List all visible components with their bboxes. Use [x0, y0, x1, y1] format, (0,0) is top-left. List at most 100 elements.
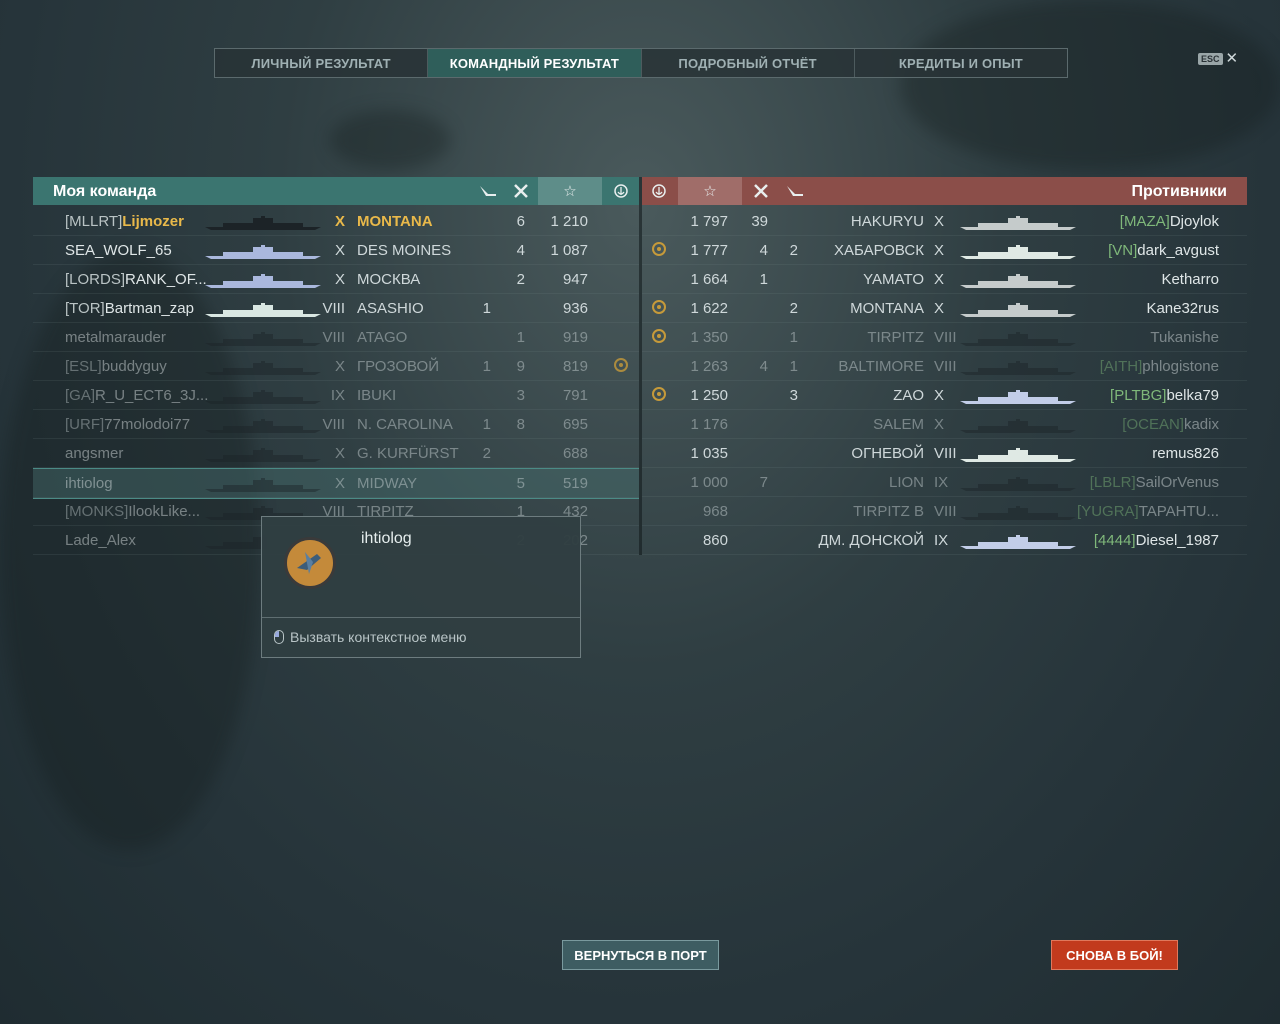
ship-tier: X [334, 475, 345, 492]
player-name[interactable]: [LBLR]SailOrVenus [1090, 474, 1219, 491]
player-name[interactable]: [AITH]phlogistone [1100, 358, 1219, 375]
ship-silhouette-icon [958, 448, 1078, 462]
planes-shot-value: 1 [789, 329, 798, 346]
table-row[interactable]: 1 797 39 HAKURYU X [MAZA]Djoylok [642, 207, 1247, 236]
table-row[interactable]: 1 350 1 TIRPITZ VIII Tukanishe [642, 323, 1247, 352]
player-nickname: SEA_WOLF_65 [65, 242, 172, 259]
table-row[interactable]: 968 TIRPITZ B VIII [YUGRA]TAPAHTU... [642, 497, 1247, 526]
table-row[interactable]: [LORDS]RANK_OF... X МОСКВА 2 947 [33, 265, 639, 294]
clan-tag: [VN] [1108, 242, 1138, 259]
planes-shot-value: 1 [482, 300, 491, 317]
battle-again-button[interactable]: СНОВА В БОЙ! [1051, 940, 1178, 970]
experience-value: 791 [562, 387, 588, 404]
planes-shot-value: 3 [789, 387, 798, 404]
table-row[interactable]: 1 777 4 2 ХАБАРОВСК X [VN]dark_avgust [642, 236, 1247, 265]
player-name[interactable]: [MAZA]Djoylok [1120, 213, 1219, 230]
table-row[interactable]: metalmarauder VIII ATAGO 1 919 [33, 323, 639, 352]
table-row[interactable]: angsmer X G. KURFÜRST 2 688 [33, 439, 639, 468]
experience-value: 695 [562, 416, 588, 433]
table-row[interactable]: ihtiolog X MIDWAY 5 519 [33, 468, 639, 499]
kills-value: 7 [759, 474, 768, 491]
kills-value: 4 [759, 242, 768, 259]
clan-tag: [URF] [65, 416, 105, 433]
planes-shot-icon [473, 177, 503, 205]
player-name[interactable]: [MLLRT]Lijmozer [65, 213, 184, 230]
ship-silhouette-icon [958, 535, 1078, 549]
ship-silhouette-icon [958, 477, 1078, 491]
close-button[interactable]: ESC ✕ [1198, 51, 1238, 66]
tab-team-result[interactable]: КОМАНДНЫЙ РЕЗУЛЬТАТ [428, 49, 642, 77]
player-name[interactable]: [LORDS]RANK_OF... [65, 271, 207, 288]
player-nickname: Lijmozer [122, 213, 184, 230]
clan-tag: [MLLRT] [65, 213, 123, 230]
experience-value: 819 [562, 358, 588, 375]
planes-shot-value: 2 [789, 300, 798, 317]
player-name[interactable]: Ketharro [1161, 271, 1219, 288]
ship-tier: VIII [934, 445, 957, 462]
table-row[interactable]: [GA]R_U_ECT6_3J... IX IBUKI 3 791 [33, 381, 639, 410]
experience-value: 1 664 [690, 271, 728, 288]
results-tabs: ЛИЧНЫЙ РЕЗУЛЬТАТ КОМАНДНЫЙ РЕЗУЛЬТАТ ПОД… [214, 48, 1068, 78]
player-name[interactable]: [VN]dark_avgust [1108, 242, 1219, 259]
tab-personal-result[interactable]: ЛИЧНЫЙ РЕЗУЛЬТАТ [215, 49, 429, 77]
player-nickname: buddyguy [101, 358, 167, 375]
background-mountain [900, 0, 1280, 170]
table-row[interactable]: [TOR]Bartman_zap VIII ASASHIO 1 936 [33, 294, 639, 323]
player-name[interactable]: [ESL]buddyguy [65, 358, 167, 375]
tab-credits-xp[interactable]: КРЕДИТЫ И ОПЫТ [855, 49, 1067, 77]
player-nickname: RANK_OF... [125, 271, 207, 288]
return-to-port-button[interactable]: ВЕРНУТЬСЯ В ПОРТ [562, 940, 719, 970]
experience-star-icon[interactable]: ☆ [538, 177, 602, 205]
player-name[interactable]: [PLTBG]belka79 [1110, 387, 1219, 404]
player-name[interactable]: metalmarauder [65, 329, 166, 346]
player-name[interactable]: Kane32rus [1146, 300, 1219, 317]
table-row[interactable]: 1 263 4 1 BALTIMORE VIII [AITH]phlogistone [642, 352, 1247, 381]
ship-tier: X [334, 445, 345, 462]
player-nickname: R_U_ECT6_3J... [95, 387, 209, 404]
player-name[interactable]: ihtiolog [65, 475, 113, 492]
table-row[interactable]: 1 622 2 MONTANA X Kane32rus [642, 294, 1247, 323]
player-name[interactable]: [MONKS]IlookLike... [65, 503, 200, 520]
ship-name: MONTANA [850, 300, 924, 317]
table-row[interactable]: 1 035 ОГНЕВОЙ VIII remus826 [642, 439, 1247, 468]
player-name[interactable]: [OCEAN]kadix [1122, 416, 1219, 433]
player-nickname: dark_avgust [1137, 242, 1219, 259]
ship-name: YAMATO [863, 271, 924, 288]
ship-silhouette-icon [203, 216, 323, 230]
table-row[interactable]: [URF]77molodoi77 VIII N. CAROLINA 1 8 695 [33, 410, 639, 439]
ship-tier: VIII [934, 329, 957, 346]
table-row[interactable]: 1 000 7 LION IX [LBLR]SailOrVenus [642, 468, 1247, 497]
table-row[interactable]: [MLLRT]Lijmozer X MONTANA 6 1 210 [33, 207, 639, 236]
tab-detailed-report[interactable]: ПОДРОБНЫЙ ОТЧЁТ [642, 49, 855, 77]
ship-name: BALTIMORE [838, 358, 924, 375]
player-name[interactable]: remus826 [1152, 445, 1219, 462]
tooltip-player-name: ihtiolog [361, 530, 412, 547]
table-row[interactable]: 1 664 1 YAMATO X Ketharro [642, 265, 1247, 294]
player-name[interactable]: SEA_WOLF_65 [65, 242, 172, 259]
experience-value: 1 087 [550, 242, 588, 259]
experience-value: 1 035 [690, 445, 728, 462]
player-nickname: Bartman_zap [104, 300, 194, 317]
ship-silhouette-icon [958, 303, 1078, 317]
mouse-icon [274, 630, 284, 644]
experience-star-icon[interactable]: ☆ [678, 177, 742, 205]
ship-tier: X [934, 213, 945, 230]
table-row[interactable]: 1 176 SALEM X [OCEAN]kadix [642, 410, 1247, 439]
kills-value: 2 [516, 271, 525, 288]
table-row[interactable]: SEA_WOLF_65 X DES MOINES 4 1 087 [33, 236, 639, 265]
table-row[interactable]: [ESL]buddyguy X ГРОЗОВОЙ 1 9 819 [33, 352, 639, 381]
player-name[interactable]: [URF]77molodoi77 [65, 416, 190, 433]
clan-tag: [PLTBG] [1110, 387, 1167, 404]
player-name[interactable]: Tukanishe [1150, 329, 1219, 346]
player-name[interactable]: [4444]Diesel_1987 [1094, 532, 1219, 549]
player-name[interactable]: [YUGRA]TAPAHTU... [1077, 503, 1219, 520]
clan-tag: [ESL] [65, 358, 102, 375]
player-nickname: Kane32rus [1146, 300, 1219, 317]
player-name[interactable]: [TOR]Bartman_zap [65, 300, 194, 317]
ship-name: ZAO [893, 387, 924, 404]
table-row[interactable]: 860 ДМ. ДОНСКОЙ IX [4444]Diesel_1987 [642, 526, 1247, 555]
player-name[interactable]: [GA]R_U_ECT6_3J... [65, 387, 208, 404]
player-name[interactable]: Lade_Alex [65, 532, 136, 549]
table-row[interactable]: 1 250 3 ZAO X [PLTBG]belka79 [642, 381, 1247, 410]
player-name[interactable]: angsmer [65, 445, 123, 462]
